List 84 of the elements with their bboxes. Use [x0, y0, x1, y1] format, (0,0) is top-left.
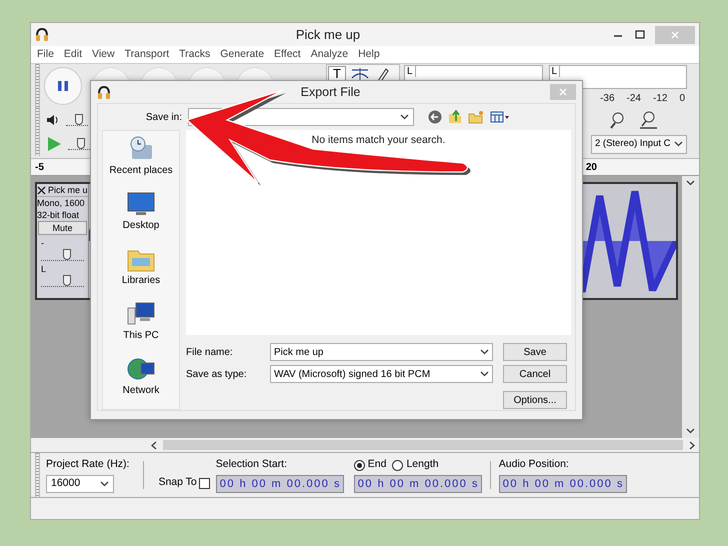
pause-button[interactable]	[44, 67, 82, 105]
place-item[interactable]: Libraries	[122, 273, 160, 288]
radio-button[interactable]	[354, 460, 365, 470]
radio-label: Length	[406, 457, 439, 472]
place-item[interactable]: This PC	[123, 328, 159, 343]
maximize-icon[interactable]	[635, 30, 645, 40]
ruler-label: 20	[586, 160, 597, 174]
text-tool-button[interactable]: T	[328, 66, 346, 81]
headphones-icon	[97, 86, 111, 98]
snap-to-label: Snap To	[158, 475, 197, 490]
toolbar-grip[interactable]	[35, 64, 40, 108]
speaker-icon[interactable]	[46, 114, 60, 126]
audio-position-field[interactable]: 00 h 00 m 00.000 s	[498, 474, 627, 493]
window-title: Pick me up	[294, 26, 362, 44]
snap-to-checkbox[interactable]	[198, 478, 210, 489]
project-rate-label: Project Rate (Hz):	[46, 457, 130, 472]
meter-scale-label: -12	[652, 92, 668, 106]
selection-start-label: Selection Start:	[216, 457, 288, 472]
track-sample-type: 32-bit float	[37, 209, 80, 221]
scroll-up-icon	[686, 180, 695, 186]
close-icon[interactable]	[37, 186, 46, 194]
place-item[interactable]: Desktop	[122, 218, 160, 233]
meter-scale-label: 0	[679, 92, 685, 106]
pause-icon	[57, 80, 69, 92]
ruler-label: -5	[35, 160, 44, 174]
vertical-scrollbar[interactable]	[682, 176, 699, 438]
chevron-down-icon	[100, 480, 109, 487]
dialog-button[interactable]: Options...	[503, 391, 567, 409]
view-menu-icon[interactable]	[490, 110, 510, 124]
scroll-right-icon	[689, 440, 695, 450]
gain-slider[interactable]	[41, 249, 84, 261]
selection-end-field[interactable]: 00 h 00 m 00.000 s	[354, 474, 482, 493]
meter-scale-label: -24	[626, 92, 641, 106]
zoom-fit-icon[interactable]	[637, 110, 659, 130]
track-name[interactable]: Pick me u	[48, 184, 88, 196]
meter-scale-label: -36	[600, 92, 615, 106]
input-device-dropdown[interactable]: 2 (Stereo) Input C	[591, 134, 687, 154]
scroll-down-icon	[686, 428, 695, 434]
menu-item[interactable]: Transport	[124, 46, 170, 62]
menu-item[interactable]: Help	[358, 46, 380, 62]
level-meter: L	[548, 65, 687, 89]
menu-item[interactable]: Effect	[274, 46, 301, 62]
gain-label: -	[40, 237, 45, 249]
close-icon	[559, 88, 567, 96]
headphones-icon	[35, 28, 49, 41]
audio-position-label: Audio Position:	[498, 457, 570, 472]
chevron-down-icon	[674, 141, 683, 147]
track-format: Mono, 1600	[37, 197, 86, 209]
file-name-field[interactable]: Pick me up	[270, 343, 493, 361]
save-as-type-dropdown[interactable]: WAV (Microsoft) signed 16 bit PCM	[270, 365, 493, 383]
toolbar-grip[interactable]	[35, 132, 40, 156]
save-in-label: Save in:	[144, 110, 182, 124]
menu-item[interactable]: View	[92, 46, 115, 62]
chevron-down-icon	[400, 114, 409, 120]
monitor-icon	[126, 190, 156, 218]
toolbar-grip[interactable]	[35, 108, 40, 132]
radio-label: End	[368, 457, 386, 472]
pan-label: L	[40, 263, 48, 275]
selection-start-field[interactable]: 00 h 00 m 00.000 s	[216, 474, 344, 493]
mute-button[interactable]: Mute	[38, 221, 87, 235]
pan-slider[interactable]	[41, 275, 84, 287]
menu-item[interactable]: Generate	[220, 46, 264, 62]
save-as-type-label: Save as type:	[186, 368, 248, 382]
dialog-button[interactable]: Cancel	[503, 365, 567, 383]
scroll-left-icon	[151, 440, 157, 450]
toolbar-grip[interactable]	[35, 453, 40, 497]
volume-slider[interactable]	[66, 114, 88, 126]
menu-item[interactable]: File	[37, 46, 54, 62]
chevron-down-icon	[480, 371, 489, 377]
close-icon	[671, 30, 679, 38]
empty-message: No items match your search.	[312, 133, 446, 148]
dialog-button[interactable]: Save	[503, 343, 567, 361]
place-item[interactable]: Network	[122, 383, 160, 398]
dialog-title: Export File	[300, 84, 362, 101]
radio-button[interactable]	[392, 460, 404, 470]
place-item[interactable]: Recent places	[109, 163, 173, 178]
menu-item[interactable]: Analyze	[310, 46, 348, 62]
menu-item[interactable]: Edit	[64, 46, 82, 62]
project-rate-dropdown[interactable]: 16000	[46, 474, 114, 493]
back-icon[interactable]	[428, 110, 442, 124]
up-folder-icon[interactable]	[448, 110, 462, 124]
menu-item[interactable]: Tracks	[179, 46, 210, 62]
file-name-label: File name:	[186, 346, 234, 360]
chevron-down-icon	[480, 349, 489, 355]
